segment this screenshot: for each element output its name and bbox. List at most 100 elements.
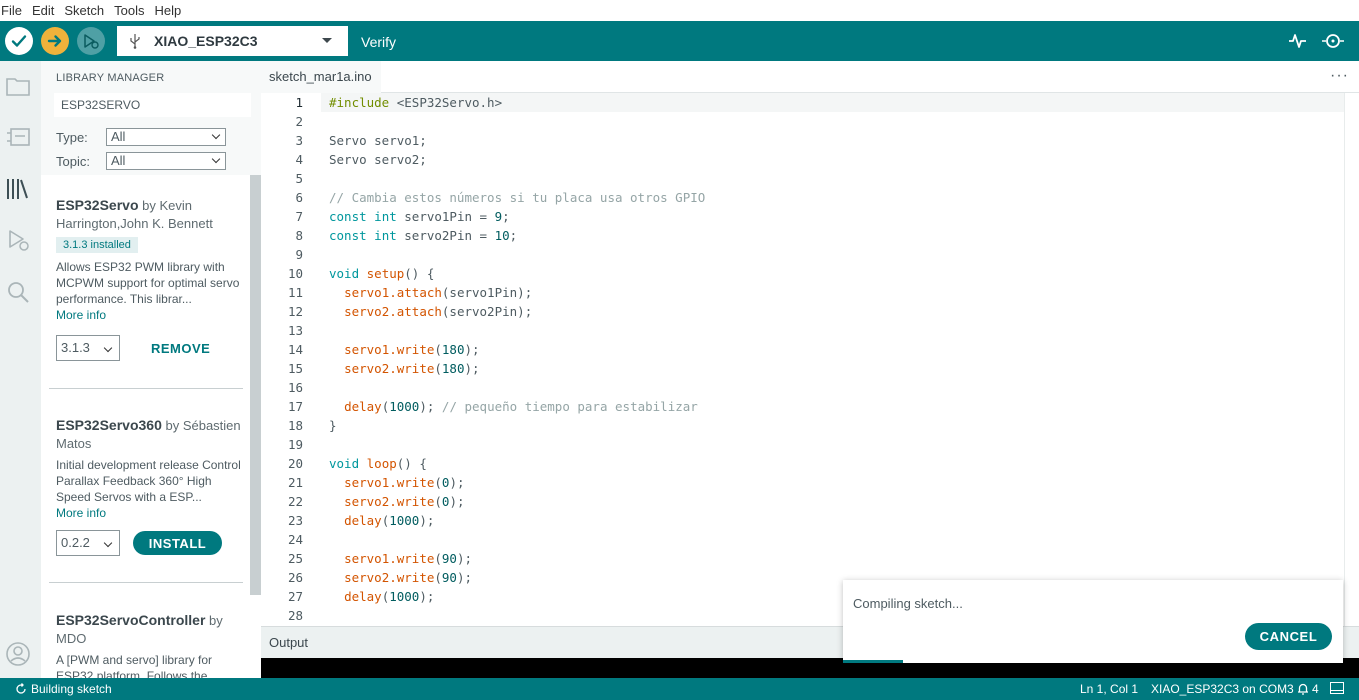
code-line[interactable] bbox=[329, 378, 705, 397]
line-number: 24 bbox=[287, 532, 303, 547]
line-number: 8 bbox=[295, 228, 303, 243]
editor-tabbar: sketch_mar1a.ino ··· bbox=[261, 61, 1359, 93]
folder-icon[interactable] bbox=[5, 73, 31, 99]
line-number: 25 bbox=[287, 551, 303, 566]
install-button[interactable]: INSTALL bbox=[133, 531, 222, 555]
debug-icon[interactable] bbox=[5, 227, 31, 253]
code-line[interactable]: const int servo1Pin = 9; bbox=[329, 207, 705, 226]
line-number: 26 bbox=[287, 570, 303, 585]
code-line[interactable] bbox=[329, 530, 705, 549]
code-line[interactable]: delay(1000); // pequeño tiempo para esta… bbox=[329, 397, 705, 416]
library-name: ESP32ServoController bbox=[56, 612, 206, 628]
divider bbox=[49, 388, 243, 389]
code-line[interactable]: void loop() { bbox=[329, 454, 705, 473]
code-line[interactable]: delay(1000); bbox=[329, 511, 705, 530]
code-line[interactable] bbox=[329, 112, 705, 131]
topic-select[interactable]: All bbox=[106, 152, 226, 170]
compile-notification: Compiling sketch... CANCEL bbox=[843, 580, 1343, 663]
code-line[interactable] bbox=[329, 321, 705, 340]
notification-count: 4 bbox=[1312, 682, 1319, 696]
menu-help[interactable]: Help bbox=[154, 3, 187, 18]
more-icon[interactable]: ··· bbox=[1330, 67, 1349, 85]
debug-button[interactable] bbox=[77, 27, 105, 55]
library-manager-icon[interactable] bbox=[5, 176, 31, 202]
activity-bar bbox=[0, 61, 41, 678]
editor-scrollbar[interactable] bbox=[1344, 93, 1359, 626]
library-list-scrollbar[interactable] bbox=[250, 175, 261, 595]
line-number: 20 bbox=[287, 456, 303, 471]
code-line[interactable]: delay(1000); bbox=[329, 587, 705, 606]
tab-sketch[interactable]: sketch_mar1a.ino bbox=[261, 61, 381, 93]
code-line[interactable]: servo2.attach(servo2Pin); bbox=[329, 302, 705, 321]
menu-edit[interactable]: Edit bbox=[32, 3, 60, 18]
cancel-button[interactable]: CANCEL bbox=[1245, 623, 1332, 650]
more-info-link[interactable]: More info bbox=[56, 505, 246, 521]
code-area[interactable]: #include <ESP32Servo.h> Servo servo1; Serv… bbox=[329, 93, 705, 625]
remove-button[interactable]: REMOVE bbox=[151, 341, 210, 356]
code-line[interactable] bbox=[329, 435, 705, 454]
chevron-down-icon bbox=[211, 130, 221, 140]
debug-icon bbox=[84, 34, 99, 49]
line-number: 2 bbox=[295, 114, 303, 129]
code-line[interactable]: const int servo2Pin = 10; bbox=[329, 226, 705, 245]
code-line[interactable] bbox=[329, 245, 705, 264]
topic-label: Topic: bbox=[56, 154, 90, 169]
arduino-ide-window: File Edit Sketch Tools Help XIAO_ESP32C3… bbox=[0, 0, 1359, 700]
line-number: 21 bbox=[287, 475, 303, 490]
code-line[interactable]: void setup() { bbox=[329, 264, 705, 283]
board-port[interactable]: XIAO_ESP32C3 on COM3 bbox=[1151, 682, 1294, 696]
type-value: All bbox=[111, 129, 126, 144]
version-select[interactable]: 3.1.3 bbox=[56, 335, 120, 361]
menu-file[interactable]: File bbox=[0, 3, 28, 18]
boards-manager-icon[interactable] bbox=[5, 124, 31, 150]
code-line[interactable]: #include <ESP32Servo.h> bbox=[329, 93, 705, 112]
code-line[interactable]: // Cambia estos números si tu placa usa … bbox=[329, 188, 705, 207]
account-icon[interactable] bbox=[5, 641, 31, 667]
board-selector[interactable]: XIAO_ESP32C3 bbox=[117, 26, 348, 56]
board-name: XIAO_ESP32C3 bbox=[154, 33, 258, 49]
bell-icon bbox=[1298, 683, 1308, 695]
library-description: Initial development release Control Para… bbox=[56, 458, 241, 504]
code-line[interactable] bbox=[329, 169, 705, 188]
line-number: 9 bbox=[295, 247, 303, 262]
topic-value: All bbox=[111, 153, 126, 168]
cursor-position[interactable]: Ln 1, Col 1 bbox=[1080, 682, 1138, 696]
chevron-down-icon bbox=[211, 154, 221, 164]
line-number: 18 bbox=[287, 418, 303, 433]
library-search-input[interactable] bbox=[54, 93, 251, 117]
type-select[interactable]: All bbox=[106, 128, 226, 146]
code-line[interactable]: servo2.write(0); bbox=[329, 492, 705, 511]
code-line[interactable]: Servo servo2; bbox=[329, 150, 705, 169]
toggle-panel-icon[interactable] bbox=[1330, 682, 1344, 694]
menu-tools[interactable]: Tools bbox=[114, 3, 150, 18]
code-line[interactable]: servo1.write(90); bbox=[329, 549, 705, 568]
verify-button[interactable] bbox=[5, 27, 33, 55]
serial-monitor-icon[interactable] bbox=[1321, 30, 1344, 52]
build-status: Building sketch bbox=[15, 682, 112, 696]
line-number: 22 bbox=[287, 494, 303, 509]
code-line[interactable]: servo1.write(180); bbox=[329, 340, 705, 359]
search-icon[interactable] bbox=[5, 279, 31, 305]
version-select[interactable]: 0.2.2 bbox=[56, 530, 120, 556]
upload-button[interactable] bbox=[41, 27, 69, 55]
line-number: 14 bbox=[287, 342, 303, 357]
code-line[interactable]: servo1.attach(servo1Pin); bbox=[329, 283, 705, 302]
code-line[interactable]: } bbox=[329, 416, 705, 435]
code-line[interactable]: servo1.write(0); bbox=[329, 473, 705, 492]
line-number: 17 bbox=[287, 399, 303, 414]
more-info-link[interactable]: More info bbox=[56, 307, 246, 323]
serial-plotter-icon[interactable] bbox=[1287, 30, 1309, 52]
code-line[interactable]: Servo servo1; bbox=[329, 131, 705, 150]
code-editor[interactable]: 1 2 3 4 5 6 7 8 9 10 11 12 13 14 15 16 17 18 19 20 21 22 23 24 2… bbox=[261, 93, 1359, 626]
line-number: 7 bbox=[295, 209, 303, 224]
version-value: 0.2.2 bbox=[61, 535, 90, 550]
check-icon bbox=[11, 35, 27, 47]
code-line[interactable]: servo2.write(180); bbox=[329, 359, 705, 378]
panel-title: LIBRARY MANAGER bbox=[56, 72, 165, 84]
library-name: ESP32Servo bbox=[56, 197, 139, 213]
code-line[interactable]: servo2.write(90); bbox=[329, 568, 705, 587]
line-number-gutter: 1 2 3 4 5 6 7 8 9 10 11 12 13 14 15 16 17 18 19 20 21 22 23 24 2… bbox=[261, 93, 311, 625]
code-line[interactable] bbox=[329, 606, 705, 625]
menu-sketch[interactable]: Sketch bbox=[64, 3, 110, 18]
notifications[interactable]: 4 bbox=[1297, 682, 1319, 696]
